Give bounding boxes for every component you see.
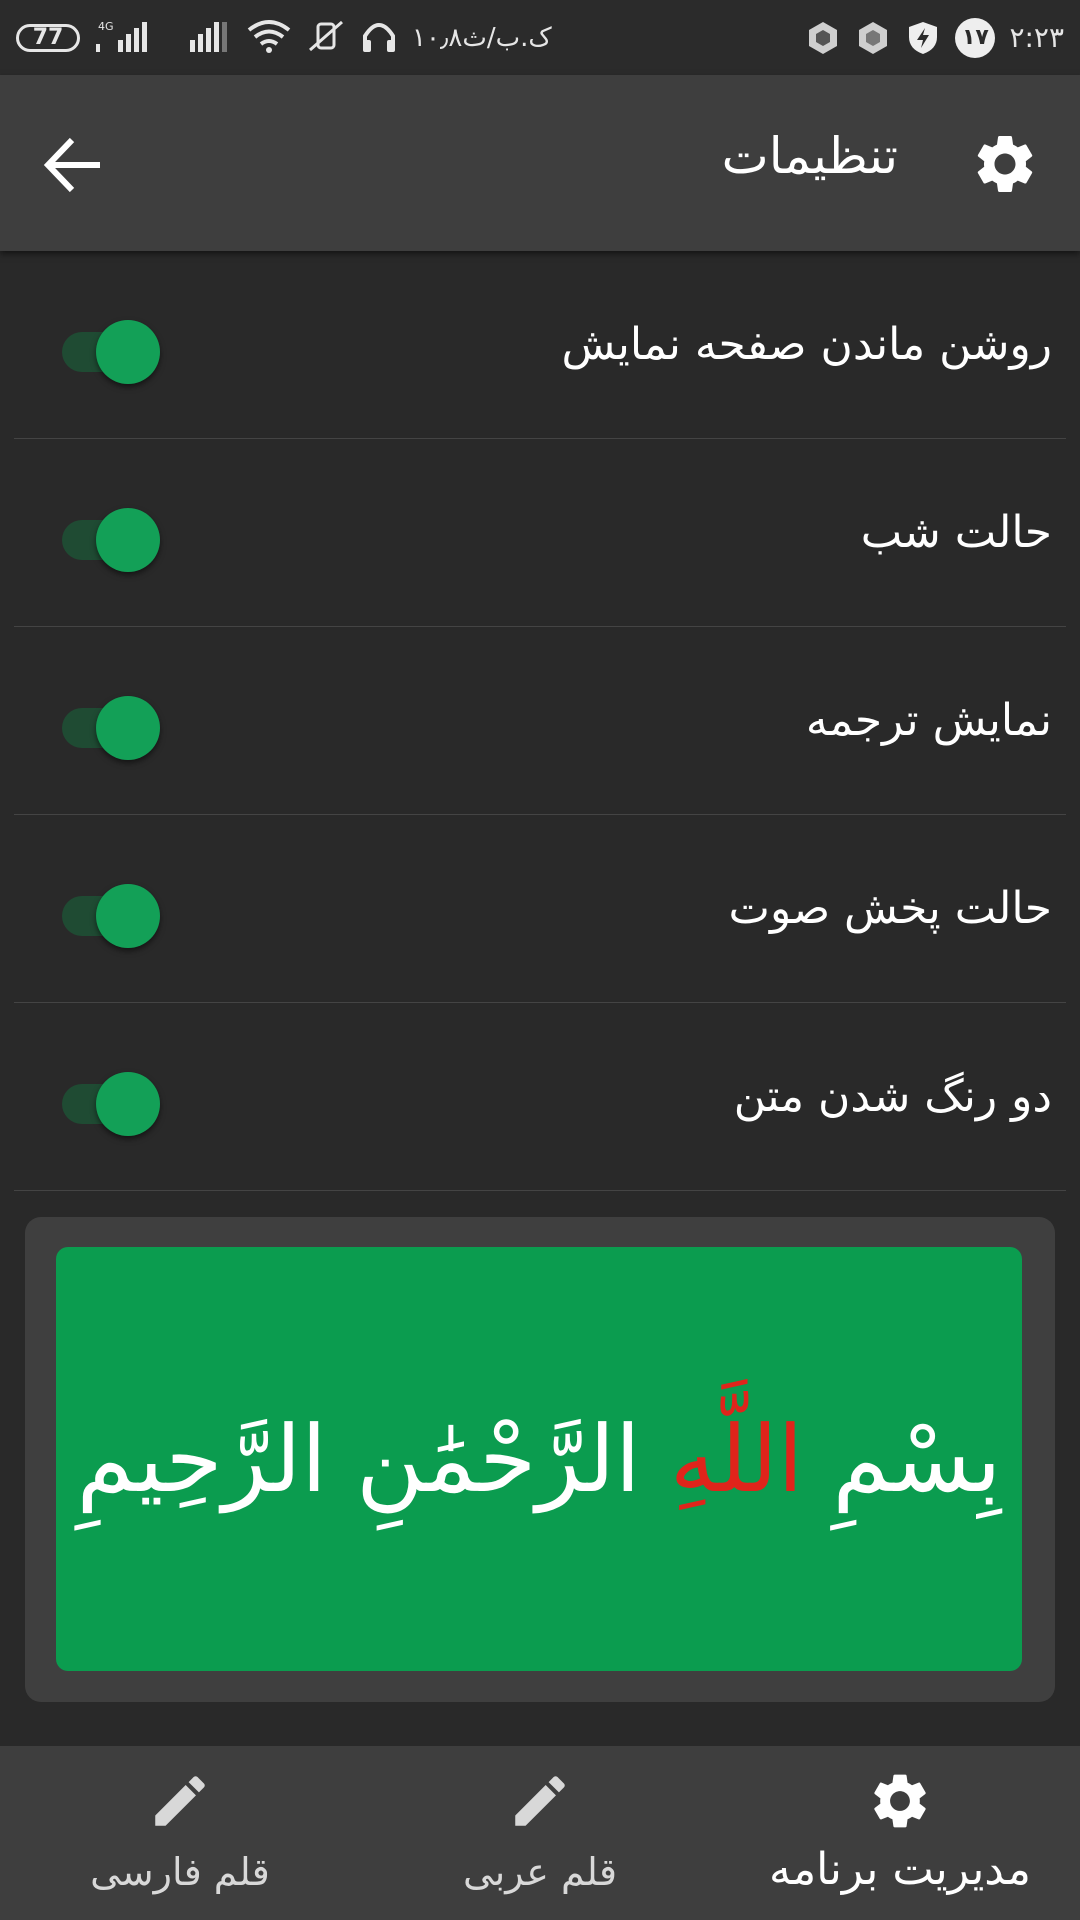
pencil-icon <box>515 1776 565 1826</box>
arrow-back-icon <box>43 137 100 193</box>
nav-persian-font[interactable]: قلم فارسی <box>0 1746 360 1920</box>
signal-icon: 4G <box>94 18 174 58</box>
notification-count-badge: ۱۷ <box>955 17 996 58</box>
setting-audio-playback[interactable]: حالت پخش صوت <box>14 815 1066 1003</box>
nav-app-management[interactable]: مدیریت برنامه <box>720 1746 1080 1920</box>
basmala-word-1: بِسْمِ <box>832 1405 1002 1513</box>
setting-two-color-text[interactable]: دو رنگ شدن متن <box>14 1003 1066 1191</box>
setting-label: حالت پخش صوت <box>728 883 1052 934</box>
wifi-icon <box>246 18 292 58</box>
audio-playback-switch[interactable] <box>62 876 162 948</box>
status-bar-right: ۱۷ ۲:۲۳ <box>805 17 1064 58</box>
status-bar-left: 77 4G ۱۰٫۸ک.ب/ث <box>16 18 552 58</box>
basmala-text: بِسْمِ اللَّهِ الرَّحْمَٰنِ الرَّحِيمِ <box>77 1406 1002 1513</box>
night-mode-switch[interactable] <box>62 500 162 572</box>
preview-panel: بِسْمِ اللَّهِ الرَّحْمَٰنِ الرَّحِيمِ <box>56 1247 1022 1671</box>
headphones-icon <box>360 18 398 58</box>
setting-label: روشن ماندن صفحه نمایش <box>561 319 1053 370</box>
gear-icon <box>977 135 1033 192</box>
setting-night-mode[interactable]: حالت شب <box>14 439 1066 627</box>
switch-thumb <box>96 319 160 384</box>
setting-keep-screen-on[interactable]: روشن ماندن صفحه نمایش <box>14 251 1066 439</box>
pencil-icon <box>155 1776 205 1826</box>
shield-icon <box>909 21 938 54</box>
text-preview-card: بِسْمِ اللَّهِ الرَّحْمَٰنِ الرَّحِيمِ <box>25 1217 1055 1702</box>
nav-label: مدیریت برنامه <box>769 1844 1031 1895</box>
setting-label: دو رنگ شدن متن <box>733 1071 1052 1122</box>
switch-thumb <box>96 507 160 572</box>
setting-label: نمایش ترجمه <box>805 695 1052 746</box>
basmala-word-rest: الرَّحْمَٰنِ الرَّحِيمِ <box>76 1405 641 1513</box>
app-bar: تنظیمات <box>0 75 1080 251</box>
settings-list: روشن ماندن صفحه نمایش حالت شب نمایش ترجم… <box>14 251 1066 1191</box>
switch-thumb <box>96 883 160 948</box>
gear-icon <box>874 1774 926 1828</box>
page-title: تنظیمات <box>721 127 898 185</box>
keep-screen-on-switch[interactable] <box>62 312 162 384</box>
bottom-navigation: قلم فارسی قلم عربی مدیریت برنامه <box>0 1746 1080 1920</box>
setting-show-translation[interactable]: نمایش ترجمه <box>14 627 1066 815</box>
switch-thumb <box>96 1071 160 1136</box>
switch-thumb <box>96 695 160 760</box>
nav-label: قلم فارسی <box>90 1850 270 1894</box>
network-type-label: 4G <box>98 20 114 33</box>
data-speed: ۱۰٫۸ک.ب/ث <box>412 22 552 53</box>
nav-label: قلم عربی <box>462 1850 617 1894</box>
back-button[interactable] <box>40 130 110 200</box>
nav-arabic-font[interactable]: قلم عربی <box>360 1746 720 1920</box>
setting-label: حالت شب <box>860 507 1052 558</box>
two-color-text-switch[interactable] <box>62 1064 162 1136</box>
signal-icon-2 <box>188 18 232 58</box>
vibrate-off-icon <box>306 18 346 58</box>
app-notification-icon <box>809 21 838 54</box>
show-translation-switch[interactable] <box>62 688 162 760</box>
basmala-word-highlighted: اللَّهِ <box>669 1405 804 1513</box>
battery-indicator: 77 <box>16 23 80 52</box>
status-bar: 77 4G ۱۰٫۸ک.ب/ث ۱۷ ۲:۲۳ <box>0 0 1080 75</box>
app-notification-icon-2 <box>859 21 888 54</box>
clock: ۲:۲۳ <box>1009 21 1064 54</box>
